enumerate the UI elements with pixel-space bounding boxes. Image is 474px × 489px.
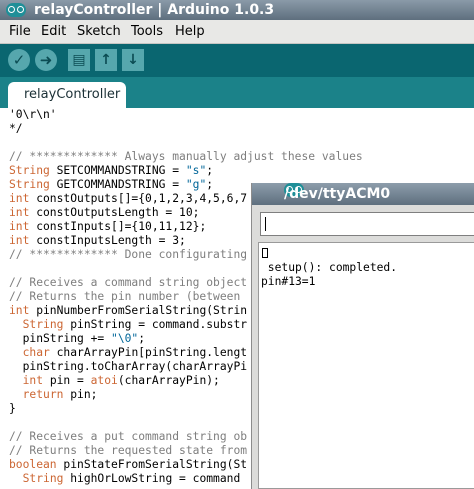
tab-label: relayController <box>24 87 121 102</box>
code-line: pinString += "\0"; <box>9 332 146 345</box>
code-line: String GETCOMMANDSTRING = "g"; <box>9 178 214 191</box>
arrow-up-icon: ↑ <box>100 52 112 68</box>
text-caret <box>265 217 266 231</box>
code-line: String pinString = command.substr <box>22 318 248 331</box>
code-line: int pinNumberFromSerialString(Strin <box>9 304 248 317</box>
menu-bar: File Edit Sketch Tools Help <box>0 20 474 44</box>
arduino-logo-icon <box>6 3 26 17</box>
serial-monitor-title-bar[interactable]: /dev/ttyACM0 <box>252 183 474 205</box>
menu-tools[interactable]: Tools <box>131 20 163 43</box>
menu-file[interactable]: File <box>9 20 31 43</box>
verify-button[interactable]: ✓ <box>8 49 30 71</box>
code-line: int constOutputsLength = 10; <box>9 206 200 219</box>
arrow-down-icon: ↓ <box>127 52 139 68</box>
serial-output-line: setup(): completed. <box>261 261 398 274</box>
code-line: return pin; <box>22 388 98 401</box>
serial-output-area[interactable]: setup(): completed. pin#13=1 <box>258 242 474 489</box>
code-line: int constOutputs[]={0,1,2,3,4,5,6,7 <box>9 192 248 205</box>
new-button[interactable]: ▤ <box>68 49 90 71</box>
code-line: '0\r\n' <box>9 108 57 121</box>
code-line: pinString.toCharArray(charArrayPi <box>9 360 248 373</box>
code-line: // ************* Done configurating <box>9 248 248 261</box>
code-line: int pin = atoi(charArrayPin); <box>22 374 220 387</box>
code-line: // Receives a command string object <box>9 276 248 289</box>
window-title-bar[interactable]: relayController | Arduino 1.0.3 <box>0 0 474 20</box>
code-line: } <box>9 402 16 415</box>
code-line: String highOrLowString = command <box>22 472 241 485</box>
code-line: String SETCOMMANDSTRING = "s"; <box>9 164 214 177</box>
new-file-icon: ▤ <box>72 52 86 68</box>
tab-relaycontroller[interactable]: relayController <box>8 82 126 108</box>
window-title: relayController | Arduino 1.0.3 <box>34 2 275 18</box>
menu-sketch[interactable]: Sketch <box>77 20 121 43</box>
serial-monitor-title: /dev/ttyACM0 <box>284 186 391 202</box>
code-line: // Returns the requested state from <box>9 444 248 457</box>
save-button[interactable]: ↓ <box>122 49 144 71</box>
control-char-glyph <box>262 248 268 258</box>
tab-strip: relayController <box>0 77 474 108</box>
arrow-right-icon: ➜ <box>39 51 53 69</box>
upload-button[interactable]: ➜ <box>35 49 57 71</box>
menu-edit[interactable]: Edit <box>41 20 66 43</box>
code-line: int constInputsLength = 3; <box>9 234 186 247</box>
checkmark-icon: ✓ <box>12 51 26 69</box>
serial-monitor-window: /dev/ttyACM0 setup(): completed. pin#13=1 <box>251 183 474 489</box>
serial-send-input[interactable] <box>260 212 474 236</box>
menu-help[interactable]: Help <box>175 20 205 43</box>
code-line: // ************* Always manually adjust … <box>9 150 363 163</box>
code-line: */ <box>9 122 23 135</box>
code-line: char charArrayPin[pinString.lengt <box>22 346 248 359</box>
code-line: // Receives a put command string ob <box>9 430 248 443</box>
code-line: int constInputs[]={10,11,12}; <box>9 220 207 233</box>
serial-output-line: pin#13=1 <box>261 275 316 288</box>
code-line: boolean pinStateFromSerialString(St <box>9 458 248 471</box>
code-line: // Returns the pin number (between <box>9 290 241 303</box>
toolbar: ✓ ➜ ▤ ↑ ↓ <box>0 44 474 77</box>
open-button[interactable]: ↑ <box>95 49 117 71</box>
